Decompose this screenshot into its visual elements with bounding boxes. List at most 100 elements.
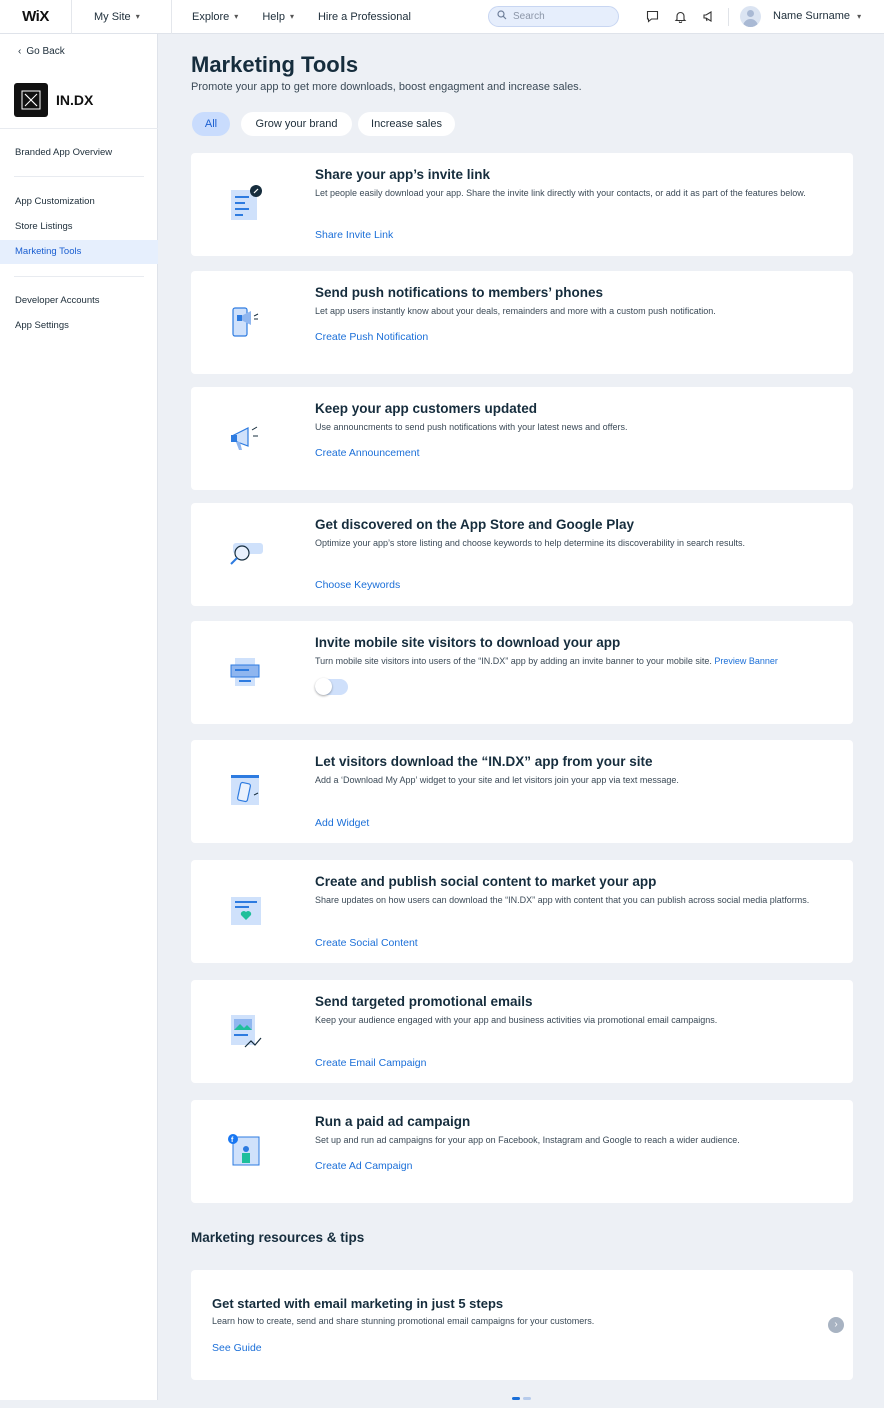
card-description: Turn mobile site visitors into users of … xyxy=(315,655,845,668)
widget-phone-icon xyxy=(227,771,265,811)
card-title: Send push notifications to members’ phon… xyxy=(315,285,604,300)
card-title: Run a paid ad campaign xyxy=(315,1114,471,1129)
create-announcement-link[interactable]: Create Announcement xyxy=(315,447,420,459)
top-nav: Explore ▾ Help ▾ Hire a Professional xyxy=(172,0,435,34)
invite-link-icon xyxy=(227,184,265,224)
toggle-knob xyxy=(315,678,332,695)
announcement-icon[interactable] xyxy=(701,10,715,24)
card-description: Optimize your app’s store listing and ch… xyxy=(315,538,746,548)
banner-icon xyxy=(227,652,265,692)
sidebar-item-overview[interactable]: Branded App Overview xyxy=(0,141,158,165)
page-title: Marketing Tools xyxy=(191,52,359,77)
search-icon xyxy=(497,10,507,23)
nav-explore-label: Explore xyxy=(192,10,230,23)
chevron-down-icon: ▾ xyxy=(857,12,862,21)
avatar[interactable] xyxy=(740,6,761,27)
bell-icon[interactable] xyxy=(673,10,687,24)
nav-help-label: Help xyxy=(262,10,285,23)
chevron-down-icon: ▾ xyxy=(289,12,294,21)
create-social-content-link[interactable]: Create Social Content xyxy=(315,937,418,949)
create-email-campaign-link[interactable]: Create Email Campaign xyxy=(315,1057,426,1069)
ad-campaign-icon: f xyxy=(227,1131,265,1171)
filter-chip-grow-brand[interactable]: Grow your brand xyxy=(241,112,352,136)
chevron-down-icon: ▾ xyxy=(234,12,239,21)
card-mobile-invite-banner: Invite mobile site visitors to download … xyxy=(191,621,853,724)
page-subtitle: Promote your app to get more downloads, … xyxy=(191,81,582,93)
carousel-next-button[interactable]: › xyxy=(828,1317,844,1333)
resources-section-title: Marketing resources & tips xyxy=(191,1230,365,1245)
card-invite-link: Share your app’s invite link Let people … xyxy=(191,153,853,256)
topbar-divider xyxy=(728,8,729,26)
card-description: Let app users instantly know about your … xyxy=(315,306,716,316)
card-description: Use announcments to send push notificati… xyxy=(315,422,628,432)
nav-explore[interactable]: Explore ▾ xyxy=(192,11,238,23)
carousel-pagination xyxy=(512,1397,534,1400)
carousel-dot[interactable] xyxy=(523,1397,531,1400)
search-placeholder: Search xyxy=(513,11,545,22)
sidebar-item-app-customization[interactable]: App Customization xyxy=(0,190,158,214)
card-social-content: Create and publish social content to mar… xyxy=(191,860,853,963)
nav-hire-label: Hire a Professional xyxy=(317,10,411,23)
card-description: Let people easily download your app. Sha… xyxy=(315,188,806,198)
card-description-text: Turn mobile site visitors into users of … xyxy=(315,656,712,666)
choose-keywords-link[interactable]: Choose Keywords xyxy=(315,579,400,591)
search-input[interactable]: Search xyxy=(488,6,619,27)
megaphone-icon xyxy=(227,418,265,458)
sidebar-divider xyxy=(0,128,158,129)
magnifier-icon xyxy=(227,534,265,574)
sidebar-item-app-settings[interactable]: App Settings xyxy=(0,314,158,338)
add-widget-link[interactable]: Add Widget xyxy=(315,817,369,829)
card-description: Set up and run ad campaigns for your app… xyxy=(315,1135,740,1145)
user-name: Name Surname xyxy=(773,10,851,22)
chevron-down-icon: ▾ xyxy=(135,12,140,21)
card-description: Add a ‘Download My App’ widget to your s… xyxy=(315,775,679,785)
sidebar-item-store-listings[interactable]: Store Listings xyxy=(0,215,158,239)
preview-banner-link[interactable]: Preview Banner xyxy=(714,656,778,666)
card-title: Create and publish social content to mar… xyxy=(315,874,657,889)
sidebar-divider xyxy=(14,176,144,177)
card-promotional-emails: Send targeted promotional emails Keep yo… xyxy=(191,980,853,1083)
resource-card: Get started with email marketing in just… xyxy=(191,1270,853,1380)
card-app-store-discovery: Get discovered on the App Store and Goog… xyxy=(191,503,853,606)
filter-chip-increase-sales[interactable]: Increase sales xyxy=(358,112,455,136)
card-title: Invite mobile site visitors to download … xyxy=(315,635,621,650)
sidebar: ‹ Go Back IN.DX Branded App Overview App … xyxy=(0,34,158,1400)
create-ad-campaign-link[interactable]: Create Ad Campaign xyxy=(315,1160,412,1172)
user-menu[interactable]: Name Surname ▾ xyxy=(773,10,861,22)
nav-help[interactable]: Help ▾ xyxy=(262,11,294,23)
chevron-left-icon: ‹ xyxy=(18,46,22,57)
app-logo xyxy=(14,83,48,117)
card-push-notifications: Send push notifications to members’ phon… xyxy=(191,271,853,374)
card-title: Let visitors download the “IN.DX” app fr… xyxy=(315,754,653,769)
card-title: Get discovered on the App Store and Goog… xyxy=(315,517,635,532)
carousel-dot-active[interactable] xyxy=(512,1397,520,1400)
push-notification-icon xyxy=(227,302,265,342)
my-site-menu[interactable]: My Site ▾ xyxy=(72,0,172,34)
card-title: Send targeted promotional emails xyxy=(315,994,533,1009)
go-back-link[interactable]: ‹ Go Back xyxy=(18,46,65,57)
resource-description: Learn how to create, send and share stun… xyxy=(212,1316,595,1326)
go-back-label: Go Back xyxy=(26,46,65,57)
create-push-notification-link[interactable]: Create Push Notification xyxy=(315,331,428,343)
card-paid-ad-campaign: f Run a paid ad campaign Set up and run … xyxy=(191,1100,853,1203)
chat-icon[interactable] xyxy=(645,10,659,24)
email-campaign-icon xyxy=(227,1011,265,1051)
card-description: Share updates on how users can download … xyxy=(315,895,810,905)
wix-logo[interactable]: WiX xyxy=(0,0,72,34)
card-title: Share your app’s invite link xyxy=(315,167,491,182)
see-guide-link[interactable]: See Guide xyxy=(212,1342,262,1354)
card-announcements: Keep your app customers updated Use anno… xyxy=(191,387,853,490)
app-name: IN.DX xyxy=(56,92,94,108)
sidebar-item-marketing-tools[interactable]: Marketing Tools xyxy=(0,240,158,264)
resource-title: Get started with email marketing in just… xyxy=(212,1296,504,1311)
card-title: Keep your app customers updated xyxy=(315,401,538,416)
share-invite-link[interactable]: Share Invite Link xyxy=(315,229,393,241)
nav-hire-professional[interactable]: Hire a Professional xyxy=(318,11,411,23)
filter-chip-all[interactable]: All xyxy=(192,112,230,136)
card-download-widget: Let visitors download the “IN.DX” app fr… xyxy=(191,740,853,843)
card-description: Keep your audience engaged with your app… xyxy=(315,1015,718,1025)
invite-banner-toggle[interactable] xyxy=(315,678,348,695)
chevron-right-icon: › xyxy=(834,1319,838,1330)
sidebar-item-developer-accounts[interactable]: Developer Accounts xyxy=(0,289,158,313)
sidebar-divider xyxy=(14,276,144,277)
